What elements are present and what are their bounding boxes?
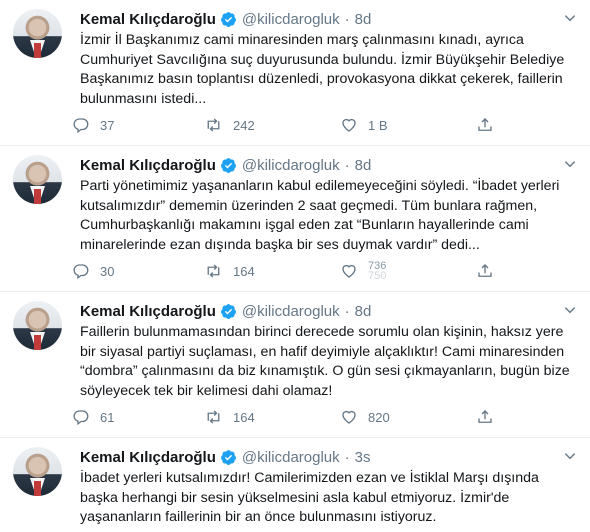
like-count: 820 <box>368 409 390 425</box>
author-name[interactable]: Kemal Kılıçdaroğlu <box>80 11 216 28</box>
tweet[interactable]: Kemal Kılıçdaroğlu @kilicdarogluk · 8d F… <box>0 292 590 438</box>
heart-icon <box>342 264 356 278</box>
heart-icon <box>342 410 356 424</box>
reply-button[interactable]: 30 <box>72 260 114 282</box>
tweet-timestamp[interactable]: 3s <box>355 449 371 466</box>
chevron-down-icon[interactable] <box>563 303 577 317</box>
separator-dot: · <box>344 448 350 466</box>
avatar[interactable] <box>13 155 62 204</box>
separator-dot: · <box>344 156 350 174</box>
tweet-timestamp[interactable]: 8d <box>355 157 372 174</box>
tweet-timestamp[interactable]: 8d <box>355 303 372 320</box>
tweet-timestamp[interactable]: 8d <box>355 11 372 28</box>
reply-button[interactable]: 61 <box>72 406 114 428</box>
tweet-header: Kemal Kılıçdaroğlu @kilicdarogluk · 8d <box>80 301 371 321</box>
like-count-new: 750 <box>368 270 387 282</box>
tweet-text: İzmir İl Başkanımız cami minaresinden ma… <box>80 32 565 107</box>
chevron-down-icon[interactable] <box>563 11 577 25</box>
heart-icon <box>342 118 356 132</box>
separator-dot: · <box>344 302 350 320</box>
retweet-button[interactable]: 242 <box>204 114 255 136</box>
tweet-text: Faillerin bulunmamasından birinci derece… <box>80 324 570 399</box>
avatar[interactable] <box>13 9 62 58</box>
author-handle[interactable]: @kilicdarogluk <box>242 303 340 320</box>
tweet-actions: 30 164 736 750 <box>72 260 572 282</box>
retweet-icon <box>207 118 220 132</box>
retweet-icon <box>207 410 220 424</box>
reply-button[interactable]: 37 <box>72 114 114 136</box>
retweet-button[interactable]: 164 <box>204 260 255 282</box>
share-icon <box>478 118 492 131</box>
tweet-header: Kemal Kılıçdaroğlu @kilicdarogluk · 8d <box>80 155 371 175</box>
verified-badge-icon <box>220 449 236 465</box>
reply-icon <box>73 264 89 280</box>
reply-count: 30 <box>100 263 115 279</box>
like-count: 1 B <box>368 117 388 133</box>
verified-badge-icon <box>220 11 236 27</box>
separator-dot: · <box>344 10 350 28</box>
tweet-text: Parti yönetimimiz yaşananların kabul edi… <box>80 178 560 253</box>
author-name[interactable]: Kemal Kılıçdaroğlu <box>80 303 216 320</box>
avatar[interactable] <box>13 301 62 350</box>
reply-icon <box>73 410 89 426</box>
tweet-header: Kemal Kılıçdaroğlu @kilicdarogluk · 3s <box>80 447 370 467</box>
tweet-actions: 37 242 1 B <box>72 114 572 136</box>
tweet[interactable]: Kemal Kılıçdaroğlu @kilicdarogluk · 3s İ… <box>0 438 590 532</box>
tweet-actions: 61 164 820 <box>72 406 572 428</box>
retweet-count: 242 <box>233 117 255 133</box>
like-count-animating: 736 750 <box>368 261 387 282</box>
share-button[interactable] <box>476 260 504 282</box>
chevron-down-icon[interactable] <box>563 449 577 463</box>
retweet-button[interactable]: 164 <box>204 406 255 428</box>
chevron-down-icon[interactable] <box>563 157 577 171</box>
tweet-header: Kemal Kılıçdaroğlu @kilicdarogluk · 8d <box>80 9 371 29</box>
share-icon <box>478 264 492 277</box>
share-icon <box>478 410 492 423</box>
author-handle[interactable]: @kilicdarogluk <box>242 157 340 174</box>
like-button[interactable]: 1 B <box>340 114 388 136</box>
author-name[interactable]: Kemal Kılıçdaroğlu <box>80 157 216 174</box>
like-button[interactable]: 820 <box>340 406 390 428</box>
verified-badge-icon <box>220 157 236 173</box>
tweet[interactable]: Kemal Kılıçdaroğlu @kilicdarogluk · 8d İ… <box>0 0 590 146</box>
retweet-count: 164 <box>233 409 255 425</box>
like-button[interactable]: 736 750 <box>340 260 386 282</box>
author-handle[interactable]: @kilicdarogluk <box>242 449 340 466</box>
share-button[interactable] <box>476 114 504 136</box>
retweet-count: 164 <box>233 263 255 279</box>
reply-icon <box>73 118 89 134</box>
reply-count: 37 <box>100 117 115 133</box>
author-name[interactable]: Kemal Kılıçdaroğlu <box>80 449 216 466</box>
author-handle[interactable]: @kilicdarogluk <box>242 11 340 28</box>
reply-count: 61 <box>100 409 115 425</box>
tweet-text: İbadet yerleri kutsalımızdır! Camilerimi… <box>80 470 539 525</box>
share-button[interactable] <box>476 406 504 428</box>
tweet[interactable]: Kemal Kılıçdaroğlu @kilicdarogluk · 8d P… <box>0 146 590 292</box>
verified-badge-icon <box>220 303 236 319</box>
retweet-icon <box>207 264 220 278</box>
timeline: Kemal Kılıçdaroğlu @kilicdarogluk · 8d İ… <box>0 0 590 532</box>
avatar[interactable] <box>13 447 62 496</box>
